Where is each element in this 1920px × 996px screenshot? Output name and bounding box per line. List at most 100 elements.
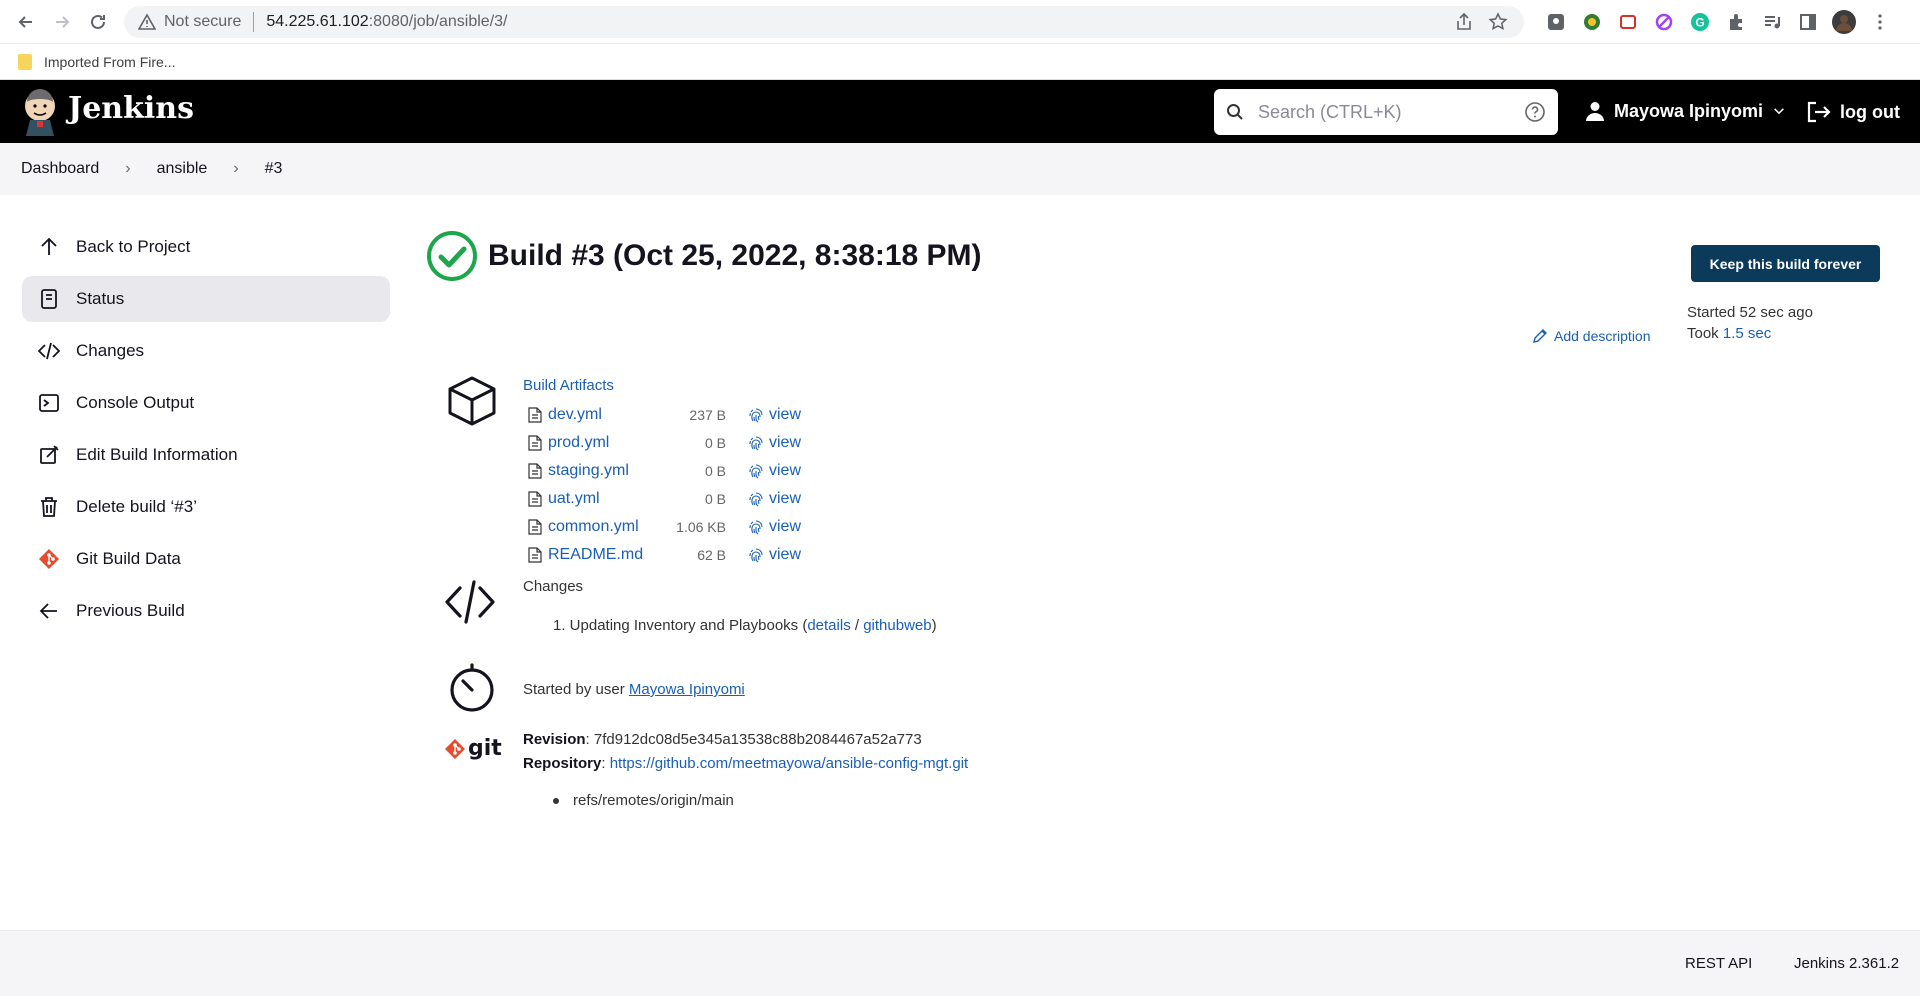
breadcrumb-ansible[interactable]: ansible [157,160,208,178]
search-box[interactable]: Search (CTRL+K) [1214,89,1558,135]
fingerprint-icon [749,408,763,423]
user-menu[interactable]: Mayowa Ipinyomi [1584,100,1787,122]
sidebar-item-back-to-project[interactable]: Back to Project [22,224,390,270]
sidebar-item-console-output[interactable]: Console Output [22,380,390,426]
artifact-view-link[interactable]: view [769,406,801,424]
edit-icon [40,445,59,464]
artifact-view-link[interactable]: view [769,434,801,452]
terminal-icon [39,394,59,412]
url-host: 54.225.61.102 [266,13,369,30]
extension-2-icon[interactable] [1580,10,1604,34]
jenkins-version-link[interactable]: Jenkins 2.361.2 [1794,955,1899,972]
duration-link[interactable]: 1.5 sec [1723,325,1771,342]
artifact-view-link[interactable]: view [769,490,801,508]
artifact-row: common.yml 1.06 KB view [523,513,801,541]
sidebar-item-changes[interactable]: Changes [22,328,390,374]
repository-link[interactable]: https://github.com/meetmayowa/ansible-co… [610,755,969,772]
media-icon[interactable] [1760,10,1784,34]
logout-button[interactable]: log out [1806,100,1900,124]
sidebar-item-delete-build[interactable]: Delete build ‘#3’ [22,484,390,530]
help-icon[interactable] [1524,101,1546,123]
artifact-view-link[interactable]: view [769,518,801,536]
ref-name: refs/remotes/origin/main [573,792,734,809]
artifact-name[interactable]: common.yml [548,518,658,536]
package-icon [448,376,496,426]
omnibox-divider [253,12,255,32]
grammarly-icon[interactable]: G [1688,10,1712,34]
extensions-puzzle-icon[interactable] [1724,10,1748,34]
artifact-name[interactable]: uat.yml [548,490,658,508]
add-description-link[interactable]: Add description [1532,328,1651,344]
add-description-label[interactable]: Add description [1554,328,1651,344]
changes-heading: Changes [523,578,584,595]
folder-icon [18,53,32,70]
artifact-view-link[interactable]: view [769,546,801,564]
sidebar-item-git-build-data[interactable]: Git Build Data [22,536,390,582]
profile-avatar-icon[interactable] [1832,10,1856,34]
star-icon[interactable] [1488,12,1508,32]
forward-icon[interactable] [48,8,76,36]
extension-4-icon[interactable] [1652,10,1676,34]
reload-icon[interactable] [84,8,112,36]
took-prefix: Took [1687,325,1723,342]
artifact-name[interactable]: README.md [548,546,658,564]
file-icon [528,407,542,423]
sidebar-item-label: Changes [76,341,145,360]
repository-line: Repository: https://github.com/meetmayow… [523,755,969,772]
user-link[interactable]: Mayowa Ipinyomi [629,681,745,698]
user-icon [1586,102,1604,121]
change-details-link[interactable]: details [807,617,850,634]
githubweb-link[interactable]: githubweb [863,617,931,634]
file-icon [528,491,542,507]
jenkins-logo-icon[interactable] [20,88,60,136]
logout-icon [1807,101,1831,123]
artifact-view-link[interactable]: view [769,462,801,480]
jenkins-header: Jenkins Search (CTRL+K) Mayowa Ipinyomi … [0,80,1920,143]
success-check-icon [427,231,477,281]
page-title: Build #3 (Oct 25, 2022, 8:38:18 PM) [488,239,982,272]
artifact-size: 237 B [689,407,726,423]
file-icon [528,519,542,535]
chevron-right-icon: › [125,160,131,177]
artifact-name[interactable]: prod.yml [548,434,658,452]
artifact-row: uat.yml 0 B view [523,485,801,513]
sidebar-item-status[interactable]: Status [22,276,390,322]
arrow-left-icon [39,603,57,619]
search-icon [1227,104,1243,120]
sidebar-item-label: Console Output [76,393,195,412]
bookmark-folder[interactable]: Imported From Fire... [44,54,175,70]
sidepanel-icon[interactable] [1796,10,1820,34]
git-logo: git [444,736,502,761]
trash-icon [41,497,57,517]
build-artifacts-link[interactable]: Build Artifacts [523,377,614,394]
artifact-row: prod.yml 0 B view [523,429,801,457]
chrome-menu-icon[interactable] [1868,10,1892,34]
bookmarks-bar: Imported From Fire... [0,44,1920,80]
revision-label: Revision [523,731,586,748]
artifact-name[interactable]: dev.yml [548,406,658,424]
timer-icon [450,663,494,712]
git-revision-block: Revision: 7fd912dc08d5e345a13538c88b2084… [523,728,968,776]
artifact-name[interactable]: staging.yml [548,462,658,480]
extension-3-icon[interactable] [1616,10,1640,34]
keep-build-forever-button[interactable]: Keep this build forever [1691,245,1880,282]
breadcrumb-dashboard[interactable]: Dashboard [21,160,99,178]
chevron-down-icon[interactable] [1771,103,1787,119]
rest-api-link[interactable]: REST API [1685,955,1752,972]
pencil-icon [1533,329,1547,343]
address-bar[interactable]: Not secure 54.225.61.102:8080/job/ansibl… [124,6,1524,38]
search-input[interactable]: Search (CTRL+K) [1258,102,1402,123]
breadcrumb-build[interactable]: #3 [265,160,283,178]
logout-label[interactable]: log out [1840,102,1900,123]
app-title[interactable]: Jenkins [68,91,194,126]
breadcrumb: Dashboard › ansible › #3 [0,143,1920,195]
sidebar-item-previous-build[interactable]: Previous Build [22,588,390,634]
user-name[interactable]: Mayowa Ipinyomi [1614,101,1763,122]
sidebar-item-edit-build-information[interactable]: Edit Build Information [22,432,390,478]
repository-label: Repository [523,755,602,772]
extensions-bar: G [1544,10,1892,34]
browser-toolbar: Not secure 54.225.61.102:8080/job/ansibl… [0,0,1920,44]
extension-1-icon[interactable] [1544,10,1568,34]
share-icon[interactable] [1454,12,1474,32]
back-icon[interactable] [12,8,40,36]
